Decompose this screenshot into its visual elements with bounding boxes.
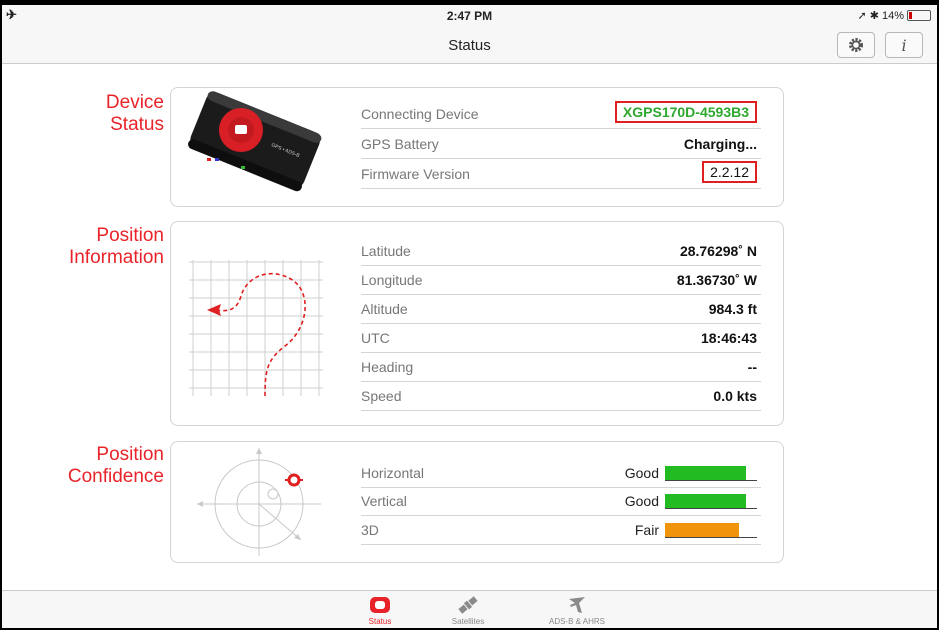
device-status-title: Device Status (2, 92, 164, 136)
track-map-icon (189, 260, 323, 397)
utc-label: UTC (361, 330, 390, 346)
device-row: Connecting Device XGPS170D-4593B3 (361, 100, 761, 129)
latitude-label: Latitude (361, 243, 411, 259)
battery-row: GPS Battery Charging... (361, 130, 761, 159)
heading-row: Heading -- (361, 353, 761, 382)
position-information-title: Position Information (2, 225, 164, 269)
gear-icon (849, 38, 863, 52)
firmware-value: 2.2.12 (702, 161, 757, 183)
altitude-row: Altitude 984.3 ft (361, 295, 761, 324)
tab-label: ADS-B & AHRS (548, 617, 605, 626)
accuracy-target-icon (197, 448, 321, 556)
vertical-row: Vertical Good (361, 487, 761, 516)
title-line: Status (110, 114, 164, 135)
device-status-card: GPS • ADS-B Connecting Device XGPS170D-4… (170, 87, 784, 207)
battery-icon (907, 10, 931, 21)
quality-bar-fill (665, 523, 739, 537)
quality-text: Good (624, 493, 659, 509)
page-title: Status (448, 37, 491, 54)
utc-row: UTC 18:46:43 (361, 324, 761, 353)
bluetooth-icon: ✱ (869, 10, 879, 22)
quality-bar (665, 522, 757, 538)
status-icon (370, 597, 390, 613)
vertical-quality: Good (625, 493, 757, 509)
speed-value: 0.0 kts (713, 388, 757, 404)
satellite-icon (458, 596, 478, 614)
horizontal-label: Horizontal (361, 465, 425, 481)
latitude-row: Latitude 28.76298˚ N (361, 237, 761, 266)
info-icon: i (901, 35, 907, 55)
title-line: Information (68, 247, 164, 268)
altitude-value: 984.3 ft (708, 301, 757, 317)
title-line: Confidence (67, 466, 164, 487)
utc-value: 18:46:43 (700, 330, 757, 346)
vertical-label: Vertical (361, 493, 407, 509)
horizontal-quality: Good (625, 465, 757, 481)
navigation-bar: Status i (2, 27, 937, 64)
longitude-label: Longitude (361, 272, 423, 288)
longitude-row: Longitude 81.36730˚ W (361, 266, 761, 295)
3d-quality: Fair (635, 522, 757, 538)
altitude-label: Altitude (361, 301, 408, 317)
quality-bar (665, 493, 757, 509)
quality-bar (665, 465, 757, 481)
tab-label: Status (368, 617, 392, 626)
settings-button[interactable] (837, 32, 875, 58)
gps-battery-value: Charging... (683, 136, 757, 152)
tab-satellites[interactable]: Satellites (428, 593, 508, 626)
firmware-label: Firmware Version (361, 166, 470, 182)
quality-bar-fill (665, 494, 746, 508)
title-line: Position (96, 444, 164, 465)
3d-row: 3D Fair (361, 516, 761, 545)
heading-label: Heading (361, 359, 414, 375)
system-status-bar: ✈ 2:47 PM ➚ ✱ 14% (2, 5, 937, 27)
quality-text: Good (624, 465, 659, 481)
battery-percent: 14% (881, 9, 904, 22)
info-button[interactable]: i (885, 32, 923, 58)
clock: 2:47 PM (446, 9, 493, 23)
horizontal-row: Horizontal Good (361, 459, 761, 488)
latitude-value: 28.76298˚ N (679, 243, 757, 259)
device-id-value: XGPS170D-4593B3 (614, 101, 757, 123)
longitude-value: 81.36730˚ W (676, 272, 757, 288)
location-icon: ➚ (857, 10, 867, 22)
airplane-icon (569, 597, 585, 613)
firmware-row: Firmware Version 2.2.12 (361, 160, 761, 189)
position-confidence-card: Horizontal Good Vertical Good 3D Fair (170, 441, 784, 563)
connecting-device-label: Connecting Device (361, 106, 479, 122)
position-confidence-title: Position Confidence (2, 444, 164, 488)
title-line: Position (96, 225, 164, 246)
speed-row: Speed 0.0 kts (361, 382, 761, 411)
speed-label: Speed (361, 388, 402, 404)
status-indicators: ➚ ✱ 14% (858, 9, 931, 22)
gps-battery-label: GPS Battery (361, 136, 439, 152)
tab-bar: Status Satellites ADS-B & AHRS (2, 590, 937, 628)
3d-label: 3D (361, 522, 379, 538)
tab-ads-b-ahrs[interactable]: ADS-B & AHRS (537, 593, 617, 626)
heading-value: -- (747, 359, 757, 375)
quality-bar-fill (665, 466, 746, 480)
quality-text: Fair (634, 522, 659, 538)
tab-status[interactable]: Status (340, 593, 420, 626)
position-information-card: Latitude 28.76298˚ N Longitude 81.36730˚… (170, 221, 784, 426)
tab-label: Satellites (451, 617, 485, 626)
title-line: Device (105, 92, 164, 113)
gps-device-image: GPS • ADS-B (188, 91, 322, 192)
